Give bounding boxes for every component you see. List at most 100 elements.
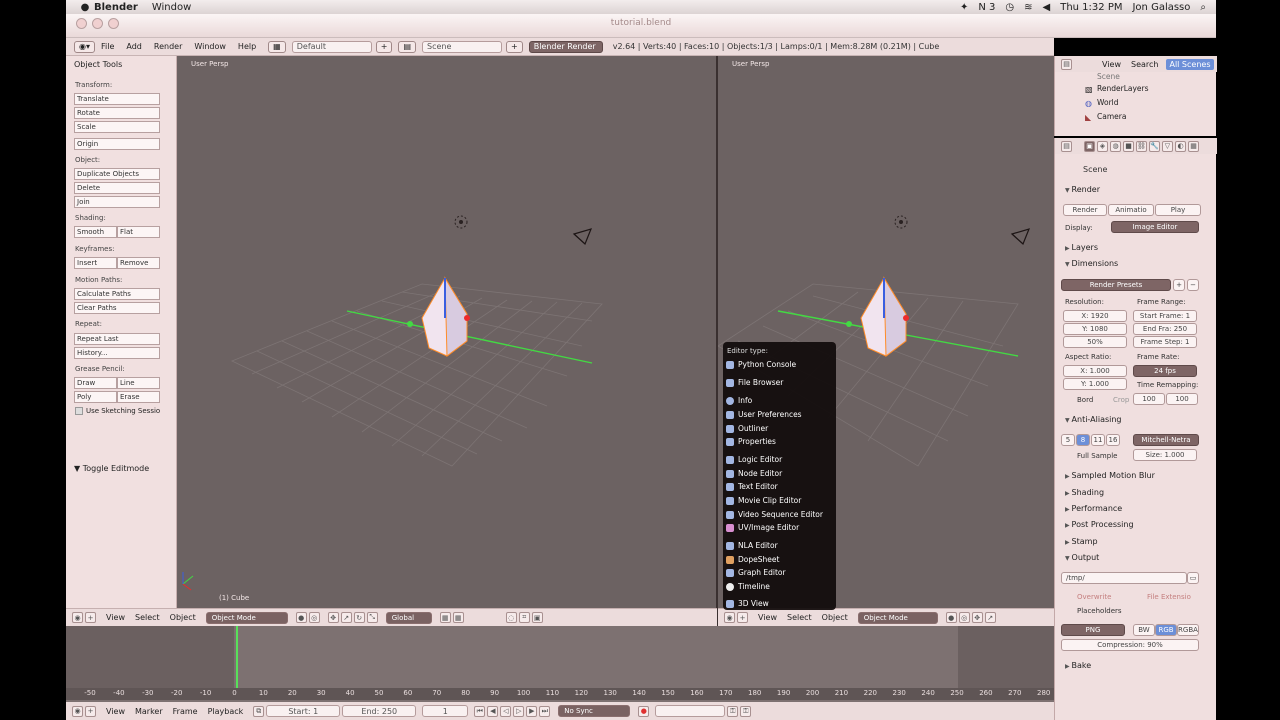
time-remap-old-field[interactable]: 100	[1133, 393, 1165, 405]
spotlight-icon[interactable]: ⌕	[1200, 2, 1206, 13]
folder-icon[interactable]: ▭	[1187, 572, 1199, 584]
overwrite-toggle[interactable]: Overwrite	[1077, 593, 1111, 601]
sync-mode-select[interactable]: No Sync	[558, 705, 631, 717]
aa-filter-select[interactable]: Mitchell-Netra	[1133, 434, 1199, 446]
modifiers-tab-icon[interactable]: 🔧	[1149, 140, 1160, 152]
preview-range-icon[interactable]: ⧉	[253, 705, 265, 717]
shading-section[interactable]: Shading	[1065, 488, 1105, 497]
menu-item-movie-clip-editor[interactable]: Movie Clip Editor	[726, 494, 834, 507]
editor-type-icon[interactable]: ◉	[72, 612, 83, 623]
frame-rate-select[interactable]: 24 fps	[1133, 365, 1197, 377]
manipulator-icon[interactable]: ✥	[327, 612, 339, 623]
menu-item-text-editor[interactable]: Text Editor	[726, 480, 834, 493]
menu-object[interactable]: Object	[170, 613, 196, 622]
menu-render[interactable]: Render	[154, 42, 182, 51]
menu-item-node-editor[interactable]: Node Editor	[726, 467, 834, 480]
outliner-row-camera[interactable]: Camera	[1097, 112, 1126, 121]
viewport-left[interactable]: User Persp (1) Cube	[177, 56, 717, 608]
data-tab-icon[interactable]: ▽	[1162, 140, 1173, 152]
translate-icon-right[interactable]: ↗	[984, 612, 996, 623]
resolution-x-field[interactable]: X: 1920	[1063, 310, 1127, 322]
layers-icon[interactable]: ▦	[439, 612, 451, 623]
camera-object-right[interactable]	[1010, 228, 1031, 246]
scale-button[interactable]: Scale	[74, 121, 160, 133]
render-presets-select[interactable]: Render Presets	[1061, 279, 1171, 291]
menu-item-nla-editor[interactable]: NLA Editor	[726, 539, 834, 552]
menu-window[interactable]: Window	[194, 42, 226, 51]
display-select[interactable]: Image Editor	[1111, 221, 1199, 233]
animation-button[interactable]: Animatio	[1108, 204, 1154, 216]
render-icon[interactable]: ▣	[531, 612, 543, 623]
outliner-row-scene[interactable]: Scene	[1097, 72, 1120, 81]
sketching-session-toggle[interactable]: Use Sketching Sessio	[75, 407, 160, 415]
clear-paths-button[interactable]: Clear Paths	[74, 302, 160, 314]
join-button[interactable]: Join	[74, 196, 160, 208]
end-frame-field[interactable]: End Fra: 250	[1133, 323, 1197, 335]
aa-samples-8[interactable]: 8	[1076, 434, 1090, 446]
menubar-clock[interactable]: Thu 1:32 PM	[1060, 2, 1122, 13]
stamp-section[interactable]: Stamp	[1065, 537, 1098, 546]
aa-samples-16[interactable]: 16	[1106, 434, 1120, 446]
repeat-last-button[interactable]: Repeat Last	[74, 333, 160, 345]
resolution-percent-field[interactable]: 50%	[1063, 336, 1127, 348]
anti-aliasing-section[interactable]: Anti-Aliasing	[1065, 415, 1122, 424]
record-icon[interactable]: ●	[638, 705, 650, 717]
erase-button[interactable]: Erase	[117, 391, 160, 403]
jump-end-icon[interactable]: ⏭	[539, 705, 551, 717]
editor-type-icon-right[interactable]: ◉	[724, 612, 735, 623]
menu-item-properties[interactable]: Properties	[726, 435, 834, 448]
scene-icon[interactable]: ▤	[398, 40, 416, 53]
menubar-window[interactable]: Window	[152, 2, 191, 13]
toggle-editmode-panel[interactable]: ▼ Toggle Editmode	[74, 464, 149, 473]
delete-button[interactable]: Delete	[74, 182, 160, 194]
render-engine-select[interactable]: Blender Render	[528, 40, 603, 53]
menu-help[interactable]: Help	[238, 42, 256, 51]
aa-samples-5[interactable]: 5	[1061, 434, 1075, 446]
time-machine-icon[interactable]: ◷	[1005, 2, 1014, 13]
performance-section[interactable]: Performance	[1065, 504, 1123, 513]
menu-item-logic-editor[interactable]: Logic Editor	[726, 453, 834, 466]
properties-scene-label[interactable]: Scene	[1083, 165, 1107, 174]
timeline-menu-marker[interactable]: Marker	[135, 707, 163, 716]
output-path-field[interactable]: /tmp/	[1061, 572, 1187, 584]
file-format-select[interactable]: PNG	[1061, 624, 1125, 636]
timeline-playhead[interactable]	[236, 626, 238, 690]
resolution-y-field[interactable]: Y: 1080	[1063, 323, 1127, 335]
delete-key-icon[interactable]: ⚿	[740, 705, 752, 717]
calculate-paths-button[interactable]: Calculate Paths	[74, 288, 160, 300]
timeline-menu-view[interactable]: View	[106, 707, 125, 716]
duplicate-objects-button[interactable]: Duplicate Objects	[74, 168, 160, 180]
object-tools-title[interactable]: Object Tools	[74, 60, 122, 69]
insert-key-icon[interactable]: ⚿	[727, 705, 739, 717]
layout-select[interactable]: Default	[291, 40, 372, 53]
menu-item-python-console[interactable]: Python Console	[726, 358, 834, 371]
smooth-button[interactable]: Smooth	[74, 226, 117, 238]
render-button[interactable]: Render	[1063, 204, 1107, 216]
outliner-tab-all-scenes[interactable]: All Scenes	[1166, 58, 1214, 70]
next-key-icon[interactable]: ▶	[526, 705, 538, 717]
outliner-row-renderlayers[interactable]: RenderLayers	[1097, 84, 1149, 93]
keying-set-field[interactable]	[655, 705, 726, 717]
scene-select[interactable]: Scene	[422, 40, 502, 53]
output-section[interactable]: Output	[1065, 553, 1100, 562]
layers2-icon[interactable]: ▦	[452, 612, 464, 623]
render-section[interactable]: Render	[1065, 185, 1100, 194]
timeline-collapse-icon[interactable]: +	[85, 705, 96, 717]
menu-item-user-preferences[interactable]: User Preferences	[726, 408, 834, 421]
preset-add-button[interactable]: +	[1173, 279, 1185, 291]
sketching-checkbox[interactable]	[75, 407, 83, 415]
menu-item-timeline[interactable]: Timeline	[726, 580, 834, 593]
cube-object[interactable]	[407, 276, 470, 357]
translate-icon[interactable]: ↗	[340, 612, 352, 623]
layout-add-button[interactable]: +	[375, 40, 393, 53]
texture-tab-icon[interactable]: ▦	[1188, 140, 1199, 152]
origin-button[interactable]: Origin	[74, 138, 160, 150]
timeline-editor-icon[interactable]: ◉	[72, 705, 83, 717]
lamp-object-right[interactable]	[894, 215, 908, 229]
jump-start-icon[interactable]: ⏮	[474, 705, 486, 717]
mode-select-right[interactable]: Object Mode	[857, 611, 938, 624]
timeline-ruler[interactable]: -50 -40 -30 -20 -10 0 10 20 30 40 50 60 70 80 90 100 110…	[66, 688, 1054, 700]
outliner-tab-view[interactable]: View	[1102, 60, 1121, 69]
aa-samples-11[interactable]: 11	[1091, 434, 1105, 446]
menu-file[interactable]: File	[101, 42, 114, 51]
